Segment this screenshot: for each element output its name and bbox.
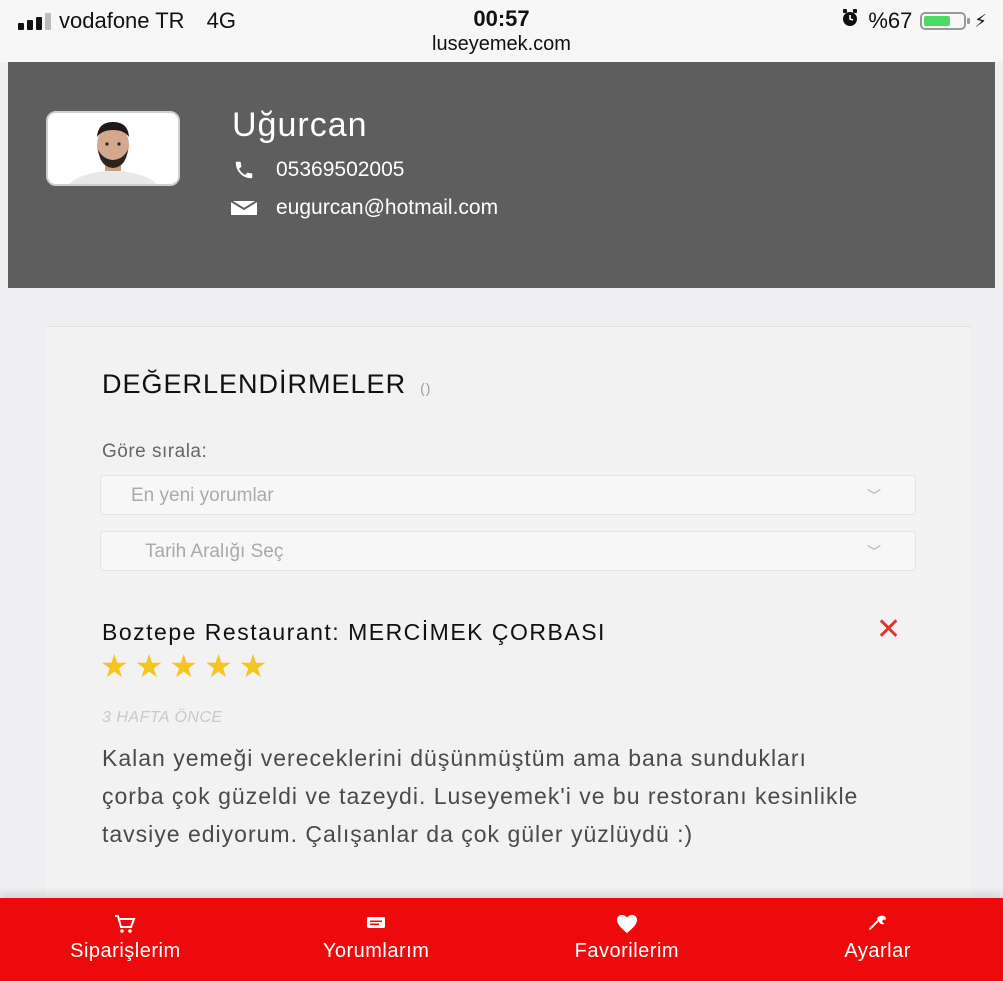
profile-name: Uğurcan — [232, 106, 368, 144]
review-text: Kalan yemeği vereceklerini düşünmüştüm a… — [102, 745, 859, 847]
sort-select[interactable]: En yeni yorumlar ﹀ — [100, 475, 916, 515]
sort-select-value: En yeni yorumlar — [131, 485, 274, 506]
nav-item-favorites[interactable]: Favorilerim — [502, 898, 753, 981]
rating-stars: ★ ★ ★ ★ ★ — [100, 650, 267, 682]
cart-icon — [0, 914, 251, 936]
battery-icon — [920, 12, 971, 30]
wrench-icon — [752, 914, 1003, 936]
nav-item-orders[interactable]: Siparişlerim — [0, 898, 251, 981]
heart-icon — [502, 914, 753, 936]
date-range-select[interactable]: Tarih Aralığı Seç ﹀ — [100, 531, 916, 571]
mail-icon — [230, 199, 258, 217]
profile-email-row: eugurcan@hotmail.com — [230, 196, 498, 220]
nav-item-label: Siparişlerim — [70, 940, 181, 962]
phone-icon — [230, 159, 258, 181]
comment-icon — [251, 914, 502, 936]
star-icon: ★ — [238, 648, 268, 684]
status-right: %67 ⚡ — [840, 8, 987, 34]
section-title: DEĞERLENDİRMELER () — [102, 369, 431, 400]
section-title-text: DEĞERLENDİRMELER — [102, 369, 407, 399]
nav-item-label: Favorilerim — [574, 940, 680, 962]
avatar[interactable] — [46, 111, 180, 186]
star-icon: ★ — [204, 648, 233, 684]
profile-phone: 05369502005 — [276, 158, 405, 181]
charging-icon: ⚡ — [974, 10, 987, 31]
review-title: Boztepe Restaurant: MERCİMEK ÇORBASI — [102, 619, 606, 645]
star-icon: ★ — [169, 648, 199, 684]
profile-phone-row: 05369502005 — [230, 158, 404, 182]
star-icon: ★ — [100, 648, 129, 684]
profile-email: eugurcan@hotmail.com — [276, 196, 499, 219]
alarm-icon — [840, 8, 860, 34]
nav-item-label: Ayarlar — [844, 940, 911, 962]
profile-header: Uğurcan 05369502005 eugurcan@hotmail.com — [8, 62, 995, 288]
nav-item-settings[interactable]: Ayarlar — [752, 898, 1003, 981]
status-bar: vodafone TR 4G 00:57 luseyemek.com %67 ⚡ — [0, 0, 1003, 62]
review-date: 3 HAFTA ÖNCE — [102, 709, 223, 726]
nav-item-reviews[interactable]: Yorumlarım — [251, 898, 502, 981]
reviews-card: DEĞERLENDİRMELER () Göre sırala: En yeni … — [46, 326, 971, 927]
battery-percent: %67 — [868, 8, 913, 33]
chevron-down-icon: ﹀ — [867, 544, 881, 560]
chevron-down-icon: ﹀ — [867, 488, 881, 504]
date-range-placeholder: Tarih Aralığı Seç — [145, 541, 284, 562]
star-icon: ★ — [134, 648, 164, 684]
address-bar-url[interactable]: luseyemek.com — [0, 33, 1003, 56]
review-count: () — [420, 380, 432, 396]
sort-label: Göre sırala: — [102, 441, 208, 462]
nav-item-label: Yorumlarım — [322, 940, 430, 962]
close-icon[interactable]: ✕ — [876, 612, 901, 647]
bottom-nav: Siparişlerim Yorumlarım Favorilerim Ayar… — [0, 898, 1003, 981]
